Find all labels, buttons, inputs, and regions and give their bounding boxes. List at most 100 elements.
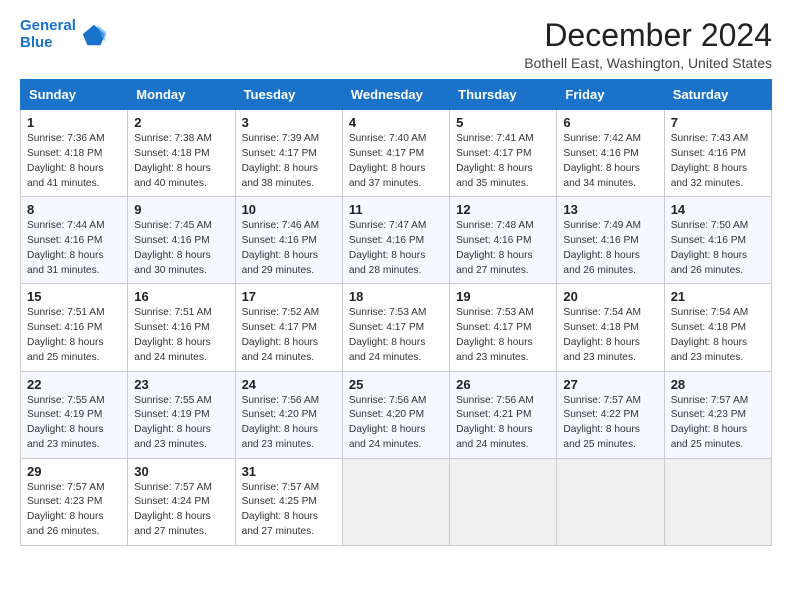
day-info: Sunrise: 7:56 AMSunset: 4:20 PMDaylight:…	[242, 395, 320, 450]
day-number: 11	[349, 202, 443, 217]
calendar-cell: 22 Sunrise: 7:55 AMSunset: 4:19 PMDaylig…	[21, 371, 128, 458]
day-number: 27	[563, 377, 657, 392]
calendar-week-2: 8 Sunrise: 7:44 AMSunset: 4:16 PMDayligh…	[21, 197, 772, 284]
header: GeneralBlue December 2024 Bothell East, …	[20, 18, 772, 71]
day-number: 1	[27, 115, 121, 130]
day-info: Sunrise: 7:50 AMSunset: 4:16 PMDaylight:…	[671, 220, 749, 275]
day-number: 28	[671, 377, 765, 392]
day-number: 26	[456, 377, 550, 392]
calendar-cell: 11 Sunrise: 7:47 AMSunset: 4:16 PMDaylig…	[342, 197, 449, 284]
day-number: 19	[456, 289, 550, 304]
col-wednesday: Wednesday	[342, 80, 449, 110]
col-saturday: Saturday	[664, 80, 771, 110]
logo-text: GeneralBlue	[20, 18, 76, 51]
day-info: Sunrise: 7:44 AMSunset: 4:16 PMDaylight:…	[27, 220, 105, 275]
title-block: December 2024 Bothell East, Washington, …	[524, 18, 772, 71]
calendar-cell: 1 Sunrise: 7:36 AMSunset: 4:18 PMDayligh…	[21, 110, 128, 197]
calendar-cell: 4 Sunrise: 7:40 AMSunset: 4:17 PMDayligh…	[342, 110, 449, 197]
month-title: December 2024	[524, 18, 772, 53]
page: GeneralBlue December 2024 Bothell East, …	[0, 0, 792, 558]
day-info: Sunrise: 7:54 AMSunset: 4:18 PMDaylight:…	[671, 307, 749, 362]
day-info: Sunrise: 7:51 AMSunset: 4:16 PMDaylight:…	[134, 307, 212, 362]
day-info: Sunrise: 7:38 AMSunset: 4:18 PMDaylight:…	[134, 133, 212, 188]
day-info: Sunrise: 7:49 AMSunset: 4:16 PMDaylight:…	[563, 220, 641, 275]
day-number: 16	[134, 289, 228, 304]
day-info: Sunrise: 7:41 AMSunset: 4:17 PMDaylight:…	[456, 133, 534, 188]
day-number: 18	[349, 289, 443, 304]
calendar-cell: 31 Sunrise: 7:57 AMSunset: 4:25 PMDaylig…	[235, 458, 342, 545]
day-info: Sunrise: 7:57 AMSunset: 4:22 PMDaylight:…	[563, 395, 641, 450]
calendar-cell: 12 Sunrise: 7:48 AMSunset: 4:16 PMDaylig…	[450, 197, 557, 284]
day-info: Sunrise: 7:56 AMSunset: 4:20 PMDaylight:…	[349, 395, 427, 450]
day-info: Sunrise: 7:57 AMSunset: 4:24 PMDaylight:…	[134, 482, 212, 537]
day-info: Sunrise: 7:45 AMSunset: 4:16 PMDaylight:…	[134, 220, 212, 275]
calendar-cell: 17 Sunrise: 7:52 AMSunset: 4:17 PMDaylig…	[235, 284, 342, 371]
day-info: Sunrise: 7:46 AMSunset: 4:16 PMDaylight:…	[242, 220, 320, 275]
day-info: Sunrise: 7:53 AMSunset: 4:17 PMDaylight:…	[349, 307, 427, 362]
calendar-cell: 18 Sunrise: 7:53 AMSunset: 4:17 PMDaylig…	[342, 284, 449, 371]
calendar-cell: 24 Sunrise: 7:56 AMSunset: 4:20 PMDaylig…	[235, 371, 342, 458]
calendar-week-4: 22 Sunrise: 7:55 AMSunset: 4:19 PMDaylig…	[21, 371, 772, 458]
calendar-cell: 20 Sunrise: 7:54 AMSunset: 4:18 PMDaylig…	[557, 284, 664, 371]
logo-icon	[80, 21, 108, 49]
col-sunday: Sunday	[21, 80, 128, 110]
day-info: Sunrise: 7:57 AMSunset: 4:23 PMDaylight:…	[27, 482, 105, 537]
day-info: Sunrise: 7:36 AMSunset: 4:18 PMDaylight:…	[27, 133, 105, 188]
day-info: Sunrise: 7:52 AMSunset: 4:17 PMDaylight:…	[242, 307, 320, 362]
calendar: Sunday Monday Tuesday Wednesday Thursday…	[20, 79, 772, 546]
calendar-cell: 25 Sunrise: 7:56 AMSunset: 4:20 PMDaylig…	[342, 371, 449, 458]
day-info: Sunrise: 7:40 AMSunset: 4:17 PMDaylight:…	[349, 133, 427, 188]
day-number: 15	[27, 289, 121, 304]
day-info: Sunrise: 7:55 AMSunset: 4:19 PMDaylight:…	[134, 395, 212, 450]
day-number: 25	[349, 377, 443, 392]
calendar-cell: 19 Sunrise: 7:53 AMSunset: 4:17 PMDaylig…	[450, 284, 557, 371]
day-number: 20	[563, 289, 657, 304]
calendar-cell	[450, 458, 557, 545]
calendar-cell: 2 Sunrise: 7:38 AMSunset: 4:18 PMDayligh…	[128, 110, 235, 197]
calendar-header-row: Sunday Monday Tuesday Wednesday Thursday…	[21, 80, 772, 110]
calendar-cell: 13 Sunrise: 7:49 AMSunset: 4:16 PMDaylig…	[557, 197, 664, 284]
logo: GeneralBlue	[20, 18, 108, 51]
day-number: 29	[27, 464, 121, 479]
day-number: 13	[563, 202, 657, 217]
calendar-cell: 8 Sunrise: 7:44 AMSunset: 4:16 PMDayligh…	[21, 197, 128, 284]
calendar-cell	[664, 458, 771, 545]
calendar-cell: 29 Sunrise: 7:57 AMSunset: 4:23 PMDaylig…	[21, 458, 128, 545]
calendar-cell: 15 Sunrise: 7:51 AMSunset: 4:16 PMDaylig…	[21, 284, 128, 371]
calendar-cell: 10 Sunrise: 7:46 AMSunset: 4:16 PMDaylig…	[235, 197, 342, 284]
calendar-week-3: 15 Sunrise: 7:51 AMSunset: 4:16 PMDaylig…	[21, 284, 772, 371]
day-number: 22	[27, 377, 121, 392]
calendar-cell	[557, 458, 664, 545]
col-thursday: Thursday	[450, 80, 557, 110]
calendar-cell	[342, 458, 449, 545]
day-number: 24	[242, 377, 336, 392]
day-info: Sunrise: 7:51 AMSunset: 4:16 PMDaylight:…	[27, 307, 105, 362]
calendar-cell: 16 Sunrise: 7:51 AMSunset: 4:16 PMDaylig…	[128, 284, 235, 371]
day-number: 31	[242, 464, 336, 479]
day-number: 9	[134, 202, 228, 217]
day-number: 8	[27, 202, 121, 217]
calendar-cell: 14 Sunrise: 7:50 AMSunset: 4:16 PMDaylig…	[664, 197, 771, 284]
calendar-cell: 30 Sunrise: 7:57 AMSunset: 4:24 PMDaylig…	[128, 458, 235, 545]
calendar-cell: 3 Sunrise: 7:39 AMSunset: 4:17 PMDayligh…	[235, 110, 342, 197]
day-number: 14	[671, 202, 765, 217]
col-monday: Monday	[128, 80, 235, 110]
calendar-cell: 7 Sunrise: 7:43 AMSunset: 4:16 PMDayligh…	[664, 110, 771, 197]
calendar-week-5: 29 Sunrise: 7:57 AMSunset: 4:23 PMDaylig…	[21, 458, 772, 545]
day-number: 7	[671, 115, 765, 130]
day-number: 6	[563, 115, 657, 130]
calendar-cell: 28 Sunrise: 7:57 AMSunset: 4:23 PMDaylig…	[664, 371, 771, 458]
day-number: 3	[242, 115, 336, 130]
day-info: Sunrise: 7:42 AMSunset: 4:16 PMDaylight:…	[563, 133, 641, 188]
location: Bothell East, Washington, United States	[524, 55, 772, 71]
day-info: Sunrise: 7:55 AMSunset: 4:19 PMDaylight:…	[27, 395, 105, 450]
day-info: Sunrise: 7:53 AMSunset: 4:17 PMDaylight:…	[456, 307, 534, 362]
day-info: Sunrise: 7:43 AMSunset: 4:16 PMDaylight:…	[671, 133, 749, 188]
calendar-week-1: 1 Sunrise: 7:36 AMSunset: 4:18 PMDayligh…	[21, 110, 772, 197]
day-info: Sunrise: 7:57 AMSunset: 4:25 PMDaylight:…	[242, 482, 320, 537]
day-info: Sunrise: 7:54 AMSunset: 4:18 PMDaylight:…	[563, 307, 641, 362]
day-info: Sunrise: 7:39 AMSunset: 4:17 PMDaylight:…	[242, 133, 320, 188]
day-info: Sunrise: 7:47 AMSunset: 4:16 PMDaylight:…	[349, 220, 427, 275]
day-number: 4	[349, 115, 443, 130]
calendar-cell: 27 Sunrise: 7:57 AMSunset: 4:22 PMDaylig…	[557, 371, 664, 458]
